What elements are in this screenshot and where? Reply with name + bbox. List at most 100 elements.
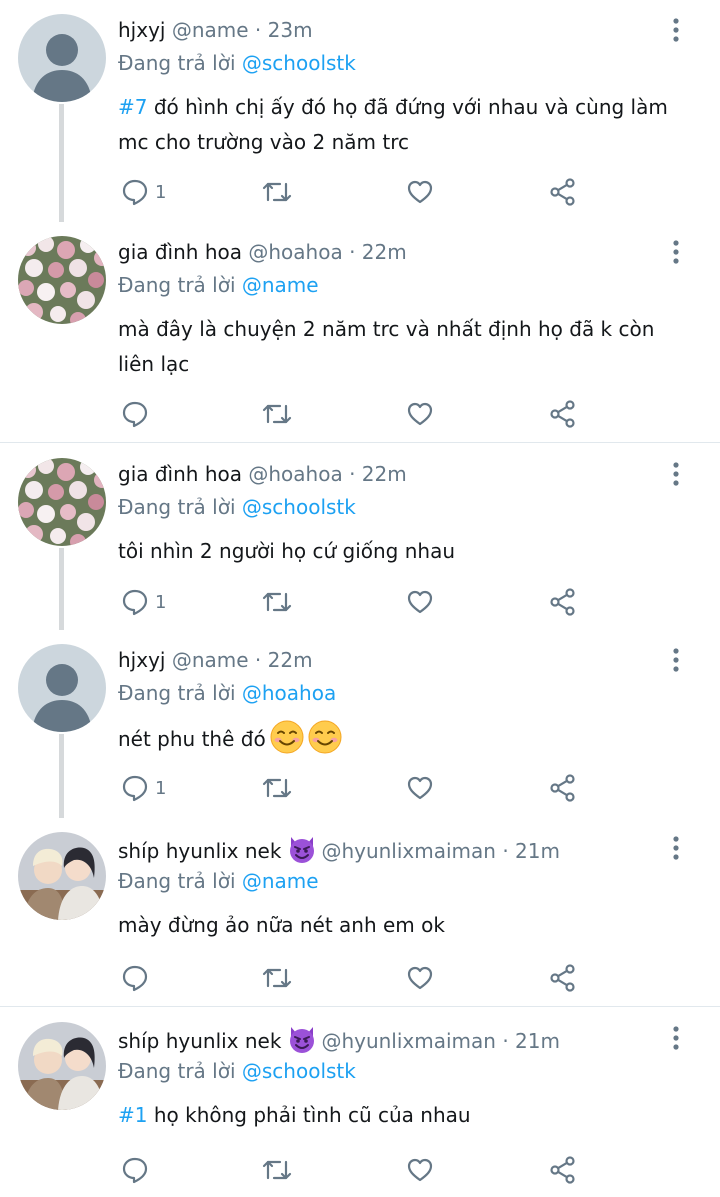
retweet-icon — [262, 592, 292, 612]
replying-prefix: Đang trả lời — [118, 1059, 236, 1083]
more-vertical-icon[interactable] — [666, 644, 686, 676]
replying-to: Đang trả lời @hoahoa — [118, 679, 336, 707]
replying-prefix: Đang trả lời — [118, 869, 236, 893]
more-vertical-icon[interactable] — [666, 1022, 686, 1054]
user-handle[interactable]: @hoahoa — [248, 462, 342, 486]
avatar-flowers[interactable] — [18, 458, 106, 546]
avatar-default[interactable] — [18, 644, 106, 732]
retweet-button[interactable] — [261, 172, 293, 212]
tweet-header: shíp hyunlix nek @hyunlixmaiman · 21m — [118, 1024, 560, 1061]
tweet[interactable]: shíp hyunlix nek @hyunlixmaiman · 21m Đan… — [0, 818, 720, 1004]
share-icon — [550, 400, 575, 428]
tweet-actions — [0, 394, 720, 434]
display-name[interactable]: shíp hyunlix nek — [118, 839, 281, 863]
reply-button[interactable] — [121, 394, 155, 434]
retweet-button[interactable] — [261, 958, 293, 998]
heart-icon — [407, 590, 433, 614]
reply-button[interactable] — [121, 1150, 155, 1190]
share-button[interactable] — [548, 394, 578, 434]
mention-link[interactable]: @hoahoa — [242, 681, 336, 705]
avatar-default[interactable] — [18, 14, 106, 102]
tweet-header: shíp hyunlix nek @hyunlixmaiman · 21m — [118, 834, 560, 871]
user-handle[interactable]: @hyunlixmaiman — [321, 839, 496, 863]
retweet-button[interactable] — [261, 582, 293, 622]
tweet-text: #7 đó hình chị ấy đó họ đã đứng với nhau… — [118, 90, 678, 160]
hashtag-link[interactable]: #1 — [118, 1103, 147, 1127]
tweet[interactable]: hjxyj @name · 22m Đang trả lời @hoahoa n… — [0, 630, 720, 818]
more-vertical-icon[interactable] — [666, 14, 686, 46]
tweet-header: gia đình hoa @hoahoa · 22m — [118, 238, 407, 266]
reply-thread-feed: hjxyj @name · 23m Đang trả lời @schoolst… — [0, 0, 720, 1197]
share-button[interactable] — [548, 582, 578, 622]
retweet-icon — [262, 404, 292, 424]
heart-icon — [407, 776, 433, 800]
mention-link[interactable]: @name — [242, 869, 319, 893]
more-vertical-icon[interactable] — [666, 832, 686, 864]
heart-icon — [407, 966, 433, 990]
share-icon — [550, 1156, 575, 1184]
mention-link[interactable]: @schoolstk — [242, 495, 356, 519]
retweet-button[interactable] — [261, 1150, 293, 1190]
reply-count: 1 — [155, 591, 167, 613]
timestamp[interactable]: · 21m — [502, 839, 560, 863]
user-handle[interactable]: @name — [172, 18, 249, 42]
user-handle[interactable]: @hyunlixmaiman — [321, 1029, 496, 1053]
tweet[interactable]: gia đình hoa @hoahoa · 22m Đang trả lời … — [0, 222, 720, 442]
mention-link[interactable]: @schoolstk — [242, 1059, 356, 1083]
replying-prefix: Đang trả lời — [118, 273, 236, 297]
tweet-text: tôi nhìn 2 người họ cứ giống nhau — [118, 534, 678, 569]
retweet-button[interactable] — [261, 768, 293, 808]
reply-button[interactable]: 1 — [121, 768, 166, 808]
retweet-button[interactable] — [261, 394, 293, 434]
more-vertical-icon[interactable] — [666, 458, 686, 490]
share-button[interactable] — [548, 1150, 578, 1190]
like-button[interactable] — [406, 582, 434, 622]
tweet-header: hjxyj @name · 23m — [118, 16, 313, 44]
display-name[interactable]: shíp hyunlix nek — [118, 1029, 281, 1053]
display-name[interactable]: gia đình hoa — [118, 462, 242, 486]
like-button[interactable] — [406, 1150, 434, 1190]
comment-icon — [122, 589, 148, 616]
display-name[interactable]: hjxyj — [118, 18, 165, 42]
share-icon — [550, 964, 575, 992]
timestamp[interactable]: · 22m — [255, 648, 313, 672]
tweet-body: mày đừng ảo nữa nét anh em ok — [118, 913, 445, 937]
mention-link[interactable]: @schoolstk — [242, 51, 356, 75]
avatar-photo[interactable] — [18, 1022, 106, 1110]
tweet[interactable]: gia đình hoa @hoahoa · 22m Đang trả lời … — [0, 444, 720, 630]
user-handle[interactable]: @name — [172, 648, 249, 672]
tweet-header: hjxyj @name · 22m — [118, 646, 313, 674]
tweet[interactable]: hjxyj @name · 23m Đang trả lời @schoolst… — [0, 0, 720, 222]
reply-button[interactable]: 1 — [121, 172, 166, 212]
timestamp[interactable]: · 22m — [349, 462, 407, 486]
timestamp[interactable]: · 22m — [349, 240, 407, 264]
replying-to: Đang trả lời @name — [118, 271, 319, 299]
avatar-flowers[interactable] — [18, 236, 106, 324]
user-handle[interactable]: @hoahoa — [248, 240, 342, 264]
reply-button[interactable] — [121, 958, 155, 998]
timestamp[interactable]: · 21m — [502, 1029, 560, 1053]
tweet-actions — [0, 1150, 720, 1190]
avatar-photo[interactable] — [18, 832, 106, 920]
display-name[interactable]: gia đình hoa — [118, 240, 242, 264]
reply-button[interactable]: 1 — [121, 582, 166, 622]
display-name[interactable]: hjxyj — [118, 648, 165, 672]
like-button[interactable] — [406, 958, 434, 998]
retweet-icon — [262, 968, 292, 988]
retweet-icon — [262, 182, 292, 202]
more-vertical-icon[interactable] — [666, 236, 686, 268]
timestamp[interactable]: · 23m — [255, 18, 313, 42]
mention-link[interactable]: @name — [242, 273, 319, 297]
share-button[interactable] — [548, 172, 578, 212]
tweet-actions: 1 — [0, 768, 720, 808]
like-button[interactable] — [406, 172, 434, 212]
comment-icon — [122, 1157, 148, 1184]
tweet-text: #1 họ không phải tình cũ của nhau — [118, 1098, 678, 1133]
hashtag-link[interactable]: #7 — [118, 95, 147, 119]
like-button[interactable] — [406, 394, 434, 434]
tweet[interactable]: shíp hyunlix nek @hyunlixmaiman · 21m Đan… — [0, 1008, 720, 1197]
share-button[interactable] — [548, 958, 578, 998]
share-button[interactable] — [548, 768, 578, 808]
like-button[interactable] — [406, 768, 434, 808]
comment-icon — [122, 401, 148, 428]
